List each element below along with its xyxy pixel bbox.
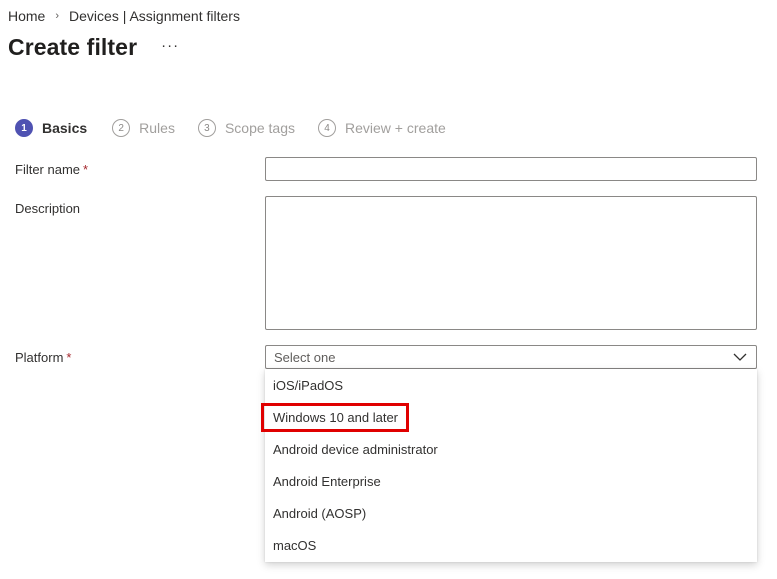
platform-select-placeholder: Select one bbox=[274, 349, 336, 365]
option-text: macOS bbox=[273, 537, 317, 553]
platform-option-android-device-administrator[interactable]: Android device administrator bbox=[265, 433, 757, 465]
step-label-rules: Rules bbox=[139, 120, 175, 136]
step-review-create[interactable]: 4 Review + create bbox=[318, 119, 446, 137]
step-number-4: 4 bbox=[318, 119, 337, 137]
platform-option-windows-10-and-later[interactable]: Windows 10 and later bbox=[261, 401, 757, 433]
option-text: Android device administrator bbox=[273, 441, 438, 457]
filter-name-label-text: Filter name bbox=[15, 162, 81, 177]
step-number-1: 1 bbox=[15, 119, 33, 137]
platform-option-ios-ipados[interactable]: iOS/iPadOS bbox=[265, 369, 757, 401]
platform-option-android-aosp[interactable]: Android (AOSP) bbox=[265, 497, 757, 529]
more-options-button[interactable]: ··· bbox=[161, 38, 179, 53]
step-rules[interactable]: 2 Rules bbox=[112, 119, 175, 137]
step-scope-tags[interactable]: 3 Scope tags bbox=[197, 119, 296, 137]
platform-dropdown-list: iOS/iPadOS Windows 10 and later Android … bbox=[261, 369, 757, 562]
step-label-review-create: Review + create bbox=[345, 120, 446, 136]
platform-select[interactable]: Select one bbox=[265, 345, 757, 369]
filter-name-input[interactable] bbox=[265, 157, 757, 181]
filter-name-required-mark: * bbox=[83, 162, 89, 177]
platform-option-macos[interactable]: macOS bbox=[265, 529, 757, 561]
platform-label-text: Platform bbox=[15, 350, 64, 365]
chevron-down-icon bbox=[732, 349, 748, 365]
step-number-2: 2 bbox=[112, 119, 131, 137]
highlighted-option-text: Windows 10 and later bbox=[261, 402, 410, 432]
page-title: Create filter bbox=[8, 34, 138, 60]
platform-option-android-enterprise[interactable]: Android Enterprise bbox=[265, 465, 757, 497]
platform-required-mark: * bbox=[66, 350, 72, 365]
step-number-3: 3 bbox=[197, 119, 216, 137]
option-text: Android (AOSP) bbox=[273, 505, 367, 521]
step-label-scope-tags: Scope tags bbox=[224, 120, 296, 136]
breadcrumb-home[interactable]: Home bbox=[8, 8, 45, 24]
step-label-basics: Basics bbox=[42, 120, 88, 136]
option-text: iOS/iPadOS bbox=[273, 377, 344, 393]
wizard-steps: 1 Basics 2 Rules 3 Scope tags 4 Review +… bbox=[15, 118, 469, 138]
platform-label: Platform * bbox=[15, 350, 71, 365]
step-basics[interactable]: 1 Basics bbox=[15, 119, 87, 137]
option-text: Android Enterprise bbox=[273, 473, 381, 489]
breadcrumb: Home › Devices | Assignment filters bbox=[8, 6, 240, 26]
breadcrumb-separator: › bbox=[55, 10, 60, 22]
filter-name-label: Filter name * bbox=[15, 162, 88, 177]
breadcrumb-assignment-filters[interactable]: Devices | Assignment filters bbox=[69, 8, 240, 24]
description-label: Description bbox=[15, 201, 81, 216]
description-textarea[interactable] bbox=[265, 196, 757, 330]
create-filter-page: Home › Devices | Assignment filters Crea… bbox=[0, 0, 777, 579]
title-row: Create filter ··· bbox=[8, 34, 179, 61]
